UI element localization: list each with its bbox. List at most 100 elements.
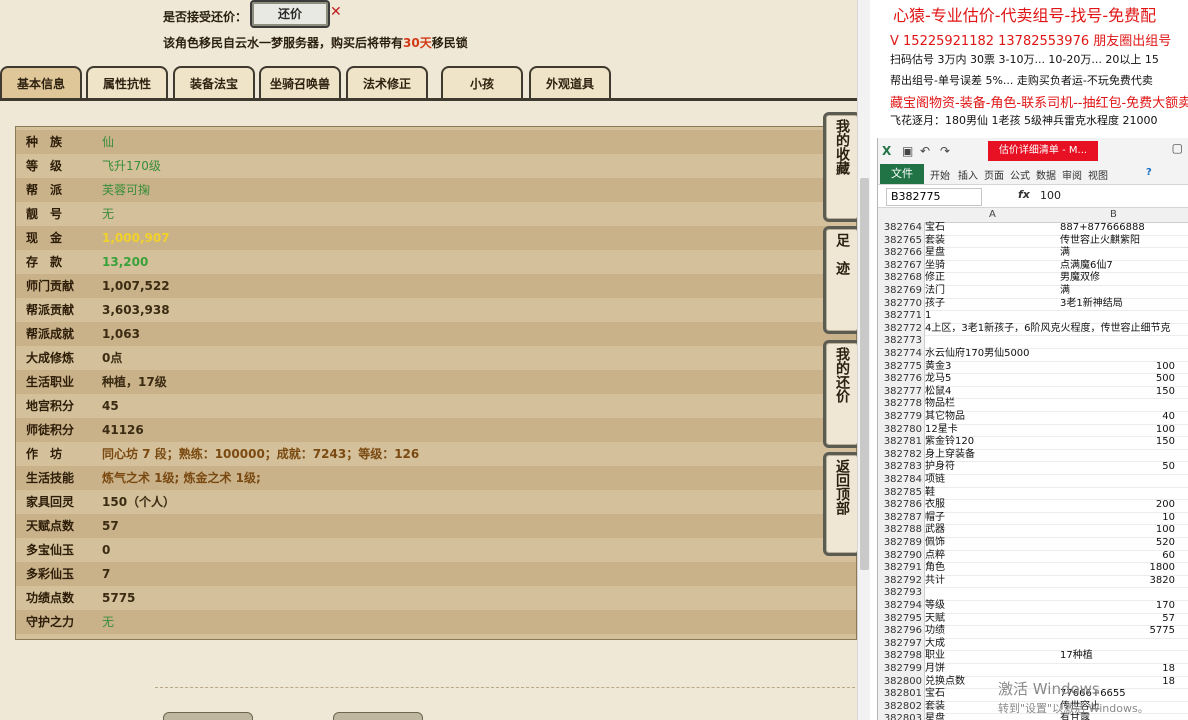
row-number[interactable]: 382768 [878, 272, 925, 285]
ribbon-tab-view[interactable]: 视图 [1088, 167, 1108, 182]
tab-mounts-pets[interactable]: 坐骑召唤兽 [259, 66, 341, 100]
row-number[interactable]: 382787 [878, 511, 925, 525]
ribbon-tab-home[interactable]: 开始 [930, 167, 950, 182]
ribbon-tab-file[interactable]: 文件 [880, 164, 924, 184]
cell-a[interactable]: 套装 [925, 235, 945, 248]
row-number[interactable]: 382799 [878, 663, 925, 676]
row-number[interactable]: 382792 [878, 574, 925, 588]
sheet-row[interactable]: 382770 孩子 3老1新神结局 [878, 297, 1188, 312]
back-to-top-button[interactable]: 返回顶部 [823, 452, 858, 556]
sheet-row[interactable]: 382783 护身符 50 [878, 461, 1188, 475]
sheet-row[interactable]: 382778 物品栏 [878, 398, 1188, 412]
row-number[interactable]: 382780 [878, 423, 925, 437]
redo-icon[interactable]: ↷ [940, 144, 950, 158]
sheet-row[interactable]: 382776 龙马5 500 [878, 373, 1188, 387]
row-number[interactable]: 382767 [878, 259, 925, 273]
cell-b[interactable]: 3老1新神结局 [1060, 298, 1175, 311]
cell-a[interactable]: 鞋 [925, 487, 935, 500]
ribbon-tab-insert[interactable]: 插入 [958, 167, 978, 182]
cell-a[interactable]: 12星卡 [925, 424, 958, 437]
cell-b[interactable]: 100 [1060, 361, 1175, 374]
row-number[interactable]: 382789 [878, 537, 925, 550]
cell-b[interactable]: 100 [1060, 424, 1175, 437]
row-number[interactable]: 382775 [878, 360, 925, 374]
cell-a[interactable]: 其它物品 [925, 411, 965, 424]
cell-a[interactable]: 1 [925, 310, 931, 323]
row-number[interactable]: 382794 [878, 600, 925, 613]
restore-icon[interactable]: ▢ [1172, 141, 1183, 155]
bottom-button-partial[interactable] [333, 712, 423, 720]
name-box[interactable]: B382775 [886, 188, 982, 206]
sheet-row[interactable]: 382791 角色 1800 [878, 562, 1188, 576]
tab-attributes[interactable]: 属性抗性 [86, 66, 168, 100]
cell-b[interactable]: 100 [1060, 524, 1175, 537]
cell-a[interactable]: 坐骑 [925, 260, 945, 273]
row-number[interactable]: 382791 [878, 562, 925, 575]
cell-a[interactable]: 龙马5 [925, 373, 951, 386]
row-number[interactable]: 382782 [878, 448, 925, 462]
sheet-row[interactable]: 382764 宝石 887+877666888 [878, 222, 1188, 236]
cell-b[interactable]: 3820 [1060, 575, 1175, 588]
save-icon[interactable]: ▣ [902, 144, 913, 158]
sheet-row[interactable]: 382784 项链 [878, 474, 1188, 488]
row-number[interactable]: 382786 [878, 499, 925, 512]
offer-close-icon[interactable]: ✕ [330, 4, 342, 20]
cell-a[interactable]: 点粹 [925, 550, 945, 563]
sheet-row[interactable]: 382769 法门 满 [878, 285, 1188, 299]
row-number[interactable]: 382783 [878, 461, 925, 474]
cell-b[interactable]: 10 [1060, 512, 1175, 525]
my-offers-button[interactable]: 我的还价 [823, 340, 858, 448]
help-icon[interactable]: ? [1146, 167, 1152, 178]
sheet-row[interactable]: 382771 1 [878, 310, 1188, 324]
counter-offer-button[interactable]: 还价 [250, 0, 330, 28]
tab-equipment[interactable]: 装备法宝 [173, 66, 255, 100]
row-number[interactable]: 382778 [878, 398, 925, 411]
fx-icon[interactable]: fx [1018, 188, 1030, 201]
cell-b[interactable]: 1800 [1060, 562, 1175, 575]
row-number[interactable]: 382797 [878, 637, 925, 651]
sheet-row[interactable]: 382798 职业 17种植 [878, 650, 1188, 664]
cell-a[interactable]: 套装 [925, 701, 945, 714]
cell-a[interactable]: 佩饰 [925, 537, 945, 550]
cell-b[interactable]: 5775 [1060, 625, 1175, 638]
cell-b[interactable]: 200 [1060, 499, 1175, 512]
cell-b[interactable]: 520 [1060, 537, 1175, 550]
column-a-header[interactable]: A [989, 209, 996, 220]
cell-b[interactable]: 50 [1060, 461, 1175, 474]
cell-a[interactable]: 等级 [925, 600, 945, 613]
cell-a[interactable]: 武器 [925, 524, 945, 537]
tab-children[interactable]: 小孩 [441, 66, 523, 100]
cell-a[interactable]: 大成 [925, 638, 945, 651]
cell-b[interactable]: 点满魔6仙7 [1060, 260, 1175, 273]
cell-a[interactable]: 衣服 [925, 499, 945, 512]
cell-a[interactable]: 松鼠4 [925, 386, 951, 399]
cell-b[interactable]: 150 [1060, 386, 1175, 399]
undo-icon[interactable]: ↶ [920, 144, 930, 158]
row-number[interactable]: 382785 [878, 486, 925, 500]
cell-a[interactable]: 天赋 [925, 613, 945, 626]
cell-b[interactable]: 150 [1060, 436, 1175, 449]
sheet-row[interactable]: 382773 [878, 335, 1188, 349]
column-b-header[interactable]: B [1110, 209, 1117, 220]
cell-a[interactable]: 4上区，3老1新孩子，6阶风克火程度，传世容止细节克 [925, 323, 1170, 336]
cell-b[interactable]: 170 [1060, 600, 1175, 613]
cell-a[interactable]: 护身符 [925, 461, 955, 474]
sheet-row[interactable]: 382793 [878, 587, 1188, 601]
cell-a[interactable]: 宝石 [925, 222, 945, 235]
scrollbar-thumb[interactable] [860, 178, 869, 570]
row-number[interactable]: 382795 [878, 612, 925, 626]
cell-b[interactable]: 57 [1060, 613, 1175, 626]
bottom-button-partial[interactable] [163, 712, 253, 720]
cell-b[interactable]: 500 [1060, 373, 1175, 386]
row-number[interactable]: 382798 [878, 650, 925, 663]
row-number[interactable]: 382774 [878, 348, 925, 361]
sheet-row[interactable]: 382786 衣服 200 [878, 499, 1188, 513]
row-number[interactable]: 382770 [878, 297, 925, 311]
row-number[interactable]: 382773 [878, 335, 925, 348]
cell-a[interactable]: 紫金铃120 [925, 436, 974, 449]
tab-appearance-items[interactable]: 外观道具 [529, 66, 611, 100]
row-number[interactable]: 382801 [878, 688, 925, 701]
sheet-row[interactable]: 382766 星盘 满 [878, 247, 1188, 261]
row-number[interactable]: 382769 [878, 285, 925, 298]
row-number[interactable]: 382781 [878, 436, 925, 449]
